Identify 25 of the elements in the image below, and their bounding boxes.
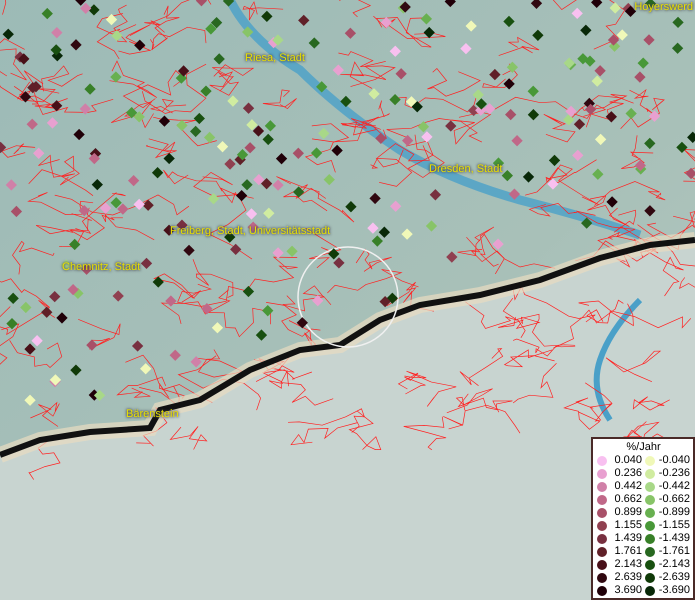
legend-value: -0.040 — [658, 454, 690, 467]
legend-value: 3.690 — [613, 584, 642, 597]
legend-value: -3.690 — [658, 584, 690, 597]
legend-value: 1.155 — [613, 519, 642, 532]
place-label: Hoyerswerd — [634, 1, 693, 13]
legend-value: -0.236 — [658, 467, 690, 480]
legend-value: 0.040 — [613, 454, 642, 467]
legend-value: 1.761 — [613, 545, 642, 558]
legend-value: 1.439 — [613, 532, 642, 545]
legend-value: 2.143 — [613, 558, 642, 571]
legend-value: -0.899 — [658, 506, 690, 519]
legend-value: 0.899 — [613, 506, 642, 519]
legend-value: 0.662 — [613, 493, 642, 506]
legend-value: -1.761 — [658, 545, 690, 558]
legend-value: -0.662 — [658, 493, 690, 506]
place-label: Riesa, Stadt — [245, 52, 305, 64]
legend-value: -1.439 — [658, 532, 690, 545]
legend-value: -2.143 — [658, 558, 690, 571]
legend-value: -0.442 — [658, 480, 690, 493]
legend-value: 0.442 — [613, 480, 642, 493]
legend-value: -1.155 — [658, 519, 690, 532]
legend-title: %/Jahr — [625, 441, 662, 454]
legend-value: -2.639 — [658, 571, 690, 584]
legend-value: 2.639 — [613, 571, 642, 584]
legend-value: 0.236 — [613, 467, 642, 480]
